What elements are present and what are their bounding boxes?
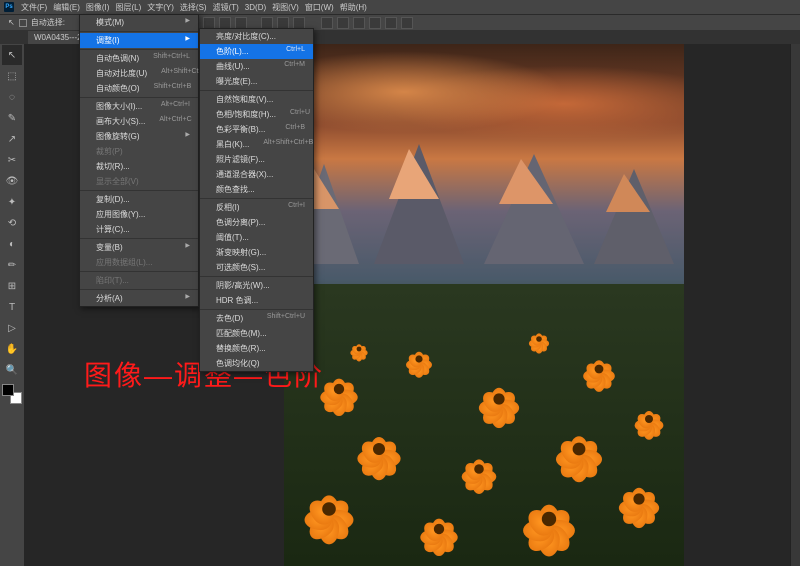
gradient-tool[interactable]: ⊞ <box>2 276 22 296</box>
menu-trap[interactable]: 陷印(T)... <box>80 273 198 288</box>
adj-posterize[interactable]: 色调分离(P)... <box>200 215 313 230</box>
adj-match-color[interactable]: 匹配颜色(M)... <box>200 326 313 341</box>
menu-crop[interactable]: 裁剪(P) <box>80 144 198 159</box>
crop-tool[interactable]: ↗ <box>2 129 22 149</box>
adj-bw[interactable]: 黑白(K)...Alt+Shift+Ctrl+B <box>200 137 313 152</box>
menu-file[interactable]: 文件(F) <box>18 2 50 13</box>
eyedropper-tool[interactable]: 👁 <box>2 171 22 191</box>
adj-exposure[interactable]: 曝光度(E)... <box>200 74 313 89</box>
distribute-icon[interactable] <box>369 17 381 29</box>
adj-color-lookup[interactable]: 颜色查找... <box>200 182 313 197</box>
align-icon[interactable] <box>203 17 215 29</box>
menu-reveal[interactable]: 显示全部(V) <box>80 174 198 189</box>
heal-tool[interactable]: ✦ <box>2 192 22 212</box>
menu-layer[interactable]: 图层(L) <box>112 2 144 13</box>
menu-help[interactable]: 帮助(H) <box>337 2 370 13</box>
menu-3d[interactable]: 3D(D) <box>242 3 269 12</box>
menu-type[interactable]: 文字(Y) <box>144 2 177 13</box>
menu-filter[interactable]: 滤镜(T) <box>210 2 242 13</box>
color-swatches[interactable] <box>2 384 22 404</box>
menu-adjustments[interactable]: 调整(I) <box>80 33 198 48</box>
right-panel-dock[interactable] <box>790 44 800 566</box>
adj-hue-sat[interactable]: 色相/饱和度(H)...Ctrl+U <box>200 107 313 122</box>
type-tool[interactable]: T <box>2 297 22 317</box>
menu-canvas-size[interactable]: 画布大小(S)...Alt+Ctrl+C <box>80 114 198 129</box>
adj-selective-color[interactable]: 可选颜色(S)... <box>200 260 313 275</box>
menu-trim[interactable]: 裁切(R)... <box>80 159 198 174</box>
adj-hdr-toning[interactable]: HDR 色调... <box>200 293 313 308</box>
adj-threshold[interactable]: 阈值(T)... <box>200 230 313 245</box>
align-icon[interactable] <box>235 17 247 29</box>
menu-auto-color[interactable]: 自动颜色(O)Shift+Ctrl+B <box>80 81 198 96</box>
menu-variables[interactable]: 变量(B) <box>80 240 198 255</box>
menu-duplicate[interactable]: 复制(D)... <box>80 192 198 207</box>
adj-shadows-highlights[interactable]: 阴影/高光(W)... <box>200 278 313 293</box>
adj-gradient-map[interactable]: 渐变映射(G)... <box>200 245 313 260</box>
wand-tool[interactable]: ✎ <box>2 108 22 128</box>
pencil-tool[interactable]: ✏ <box>2 255 22 275</box>
distribute-icon[interactable] <box>401 17 413 29</box>
stamp-tool[interactable]: ◐ <box>2 234 22 254</box>
adj-color-balance[interactable]: 色彩平衡(B)...Ctrl+B <box>200 122 313 137</box>
menu-image-size[interactable]: 图像大小(I)...Alt+Ctrl+I <box>80 99 198 114</box>
menubar: Ps 文件(F) 编辑(E) 图像(I) 图层(L) 文字(Y) 选择(S) 滤… <box>0 0 800 14</box>
zoom-tool[interactable]: 🔍 <box>2 360 22 380</box>
adj-photo-filter[interactable]: 照片滤镜(F)... <box>200 152 313 167</box>
align-icon[interactable] <box>261 17 273 29</box>
menu-edit[interactable]: 编辑(E) <box>50 2 83 13</box>
adj-vibrance[interactable]: 自然饱和度(V)... <box>200 92 313 107</box>
ps-logo: Ps <box>4 2 14 12</box>
align-icon[interactable] <box>293 17 305 29</box>
menu-auto-tone[interactable]: 自动色调(N)Shift+Ctrl+L <box>80 51 198 66</box>
document-tab[interactable]: W0A0435---2-拼 <box>28 31 84 44</box>
distribute-icon[interactable] <box>321 17 333 29</box>
menu-mode[interactable]: 模式(M) <box>80 15 198 30</box>
adj-brightness[interactable]: 亮度/对比度(C)... <box>200 29 313 44</box>
move-tool-icon: ↖ <box>8 18 15 27</box>
adj-desaturate[interactable]: 去色(D)Shift+Ctrl+U <box>200 311 313 326</box>
distribute-icon[interactable] <box>337 17 349 29</box>
marquee-tool[interactable]: ⬚ <box>2 66 22 86</box>
document-canvas[interactable] <box>284 44 684 566</box>
menu-calculations[interactable]: 计算(C)... <box>80 222 198 237</box>
menu-auto-contrast[interactable]: 自动对比度(U)Alt+Shift+Ctrl+L <box>80 66 198 81</box>
adj-levels[interactable]: 色阶(L)...Ctrl+L <box>200 44 313 59</box>
distribute-icon[interactable] <box>385 17 397 29</box>
path-tool[interactable]: ▷ <box>2 318 22 338</box>
lasso-tool[interactable]: ◌ <box>2 87 22 107</box>
align-icon[interactable] <box>277 17 289 29</box>
menu-view[interactable]: 视图(V) <box>269 2 302 13</box>
adj-curves[interactable]: 曲线(U)...Ctrl+M <box>200 59 313 74</box>
auto-select-check[interactable] <box>19 19 27 27</box>
align-icon[interactable] <box>219 17 231 29</box>
image-menu-dropdown: 模式(M) 调整(I) 自动色调(N)Shift+Ctrl+L 自动对比度(U)… <box>79 14 199 307</box>
toolbox: ↖ ⬚ ◌ ✎ ↗ ✂ 👁 ✦ ⟲ ◐ ✏ ⊞ T ▷ ✋ 🔍 <box>0 44 24 566</box>
move-tool[interactable]: ↖ <box>2 45 22 65</box>
hand-tool[interactable]: ✋ <box>2 339 22 359</box>
adj-replace-color[interactable]: 替换颜色(R)... <box>200 341 313 356</box>
menu-datasets[interactable]: 应用数据组(L)... <box>80 255 198 270</box>
menu-window[interactable]: 窗口(W) <box>302 2 337 13</box>
adj-equalize[interactable]: 色调均化(Q) <box>200 356 313 371</box>
distribute-icon[interactable] <box>353 17 365 29</box>
slice-tool[interactable]: ✂ <box>2 150 22 170</box>
auto-select-label: 自动选择: <box>31 17 65 28</box>
adj-channel-mixer[interactable]: 通道混合器(X)... <box>200 167 313 182</box>
menu-image[interactable]: 图像(I) <box>83 2 113 13</box>
menu-apply-image[interactable]: 应用图像(Y)... <box>80 207 198 222</box>
menu-rotate[interactable]: 图像旋转(G) <box>80 129 198 144</box>
menu-select[interactable]: 选择(S) <box>177 2 210 13</box>
adjustments-submenu: 亮度/对比度(C)... 色阶(L)...Ctrl+L 曲线(U)...Ctrl… <box>199 28 314 372</box>
adj-invert[interactable]: 反相(I)Ctrl+I <box>200 200 313 215</box>
menu-analysis[interactable]: 分析(A) <box>80 291 198 306</box>
brush-tool[interactable]: ⟲ <box>2 213 22 233</box>
